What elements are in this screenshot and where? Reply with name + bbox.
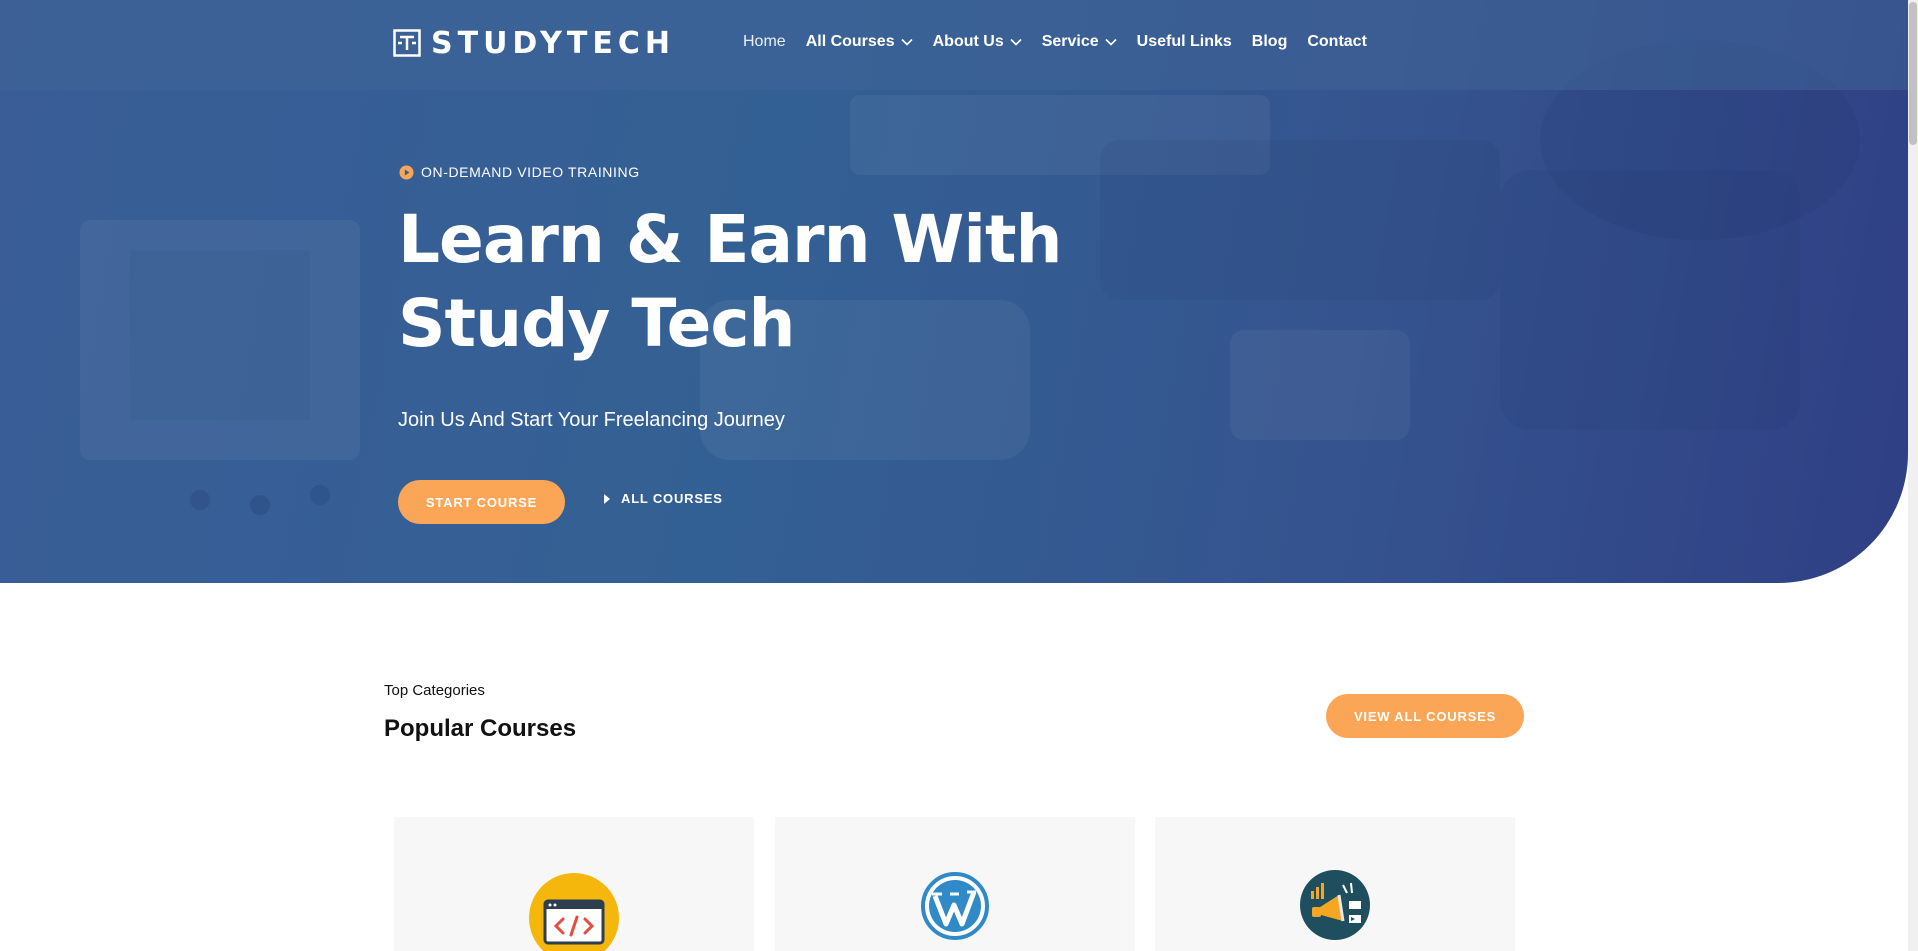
headline-line-1: Learn & Earn With: [398, 201, 1062, 278]
section-eyebrow: Top Categories: [384, 682, 485, 699]
section-title: Popular Courses: [384, 715, 577, 742]
course-card-web-development[interactable]: [394, 817, 754, 951]
page-scrollbar[interactable]: [1908, 0, 1918, 951]
view-all-courses-button[interactable]: VIEW ALL COURSES: [1326, 694, 1524, 738]
nav-contact[interactable]: Contact: [1307, 33, 1367, 51]
wordpress-icon: [921, 872, 989, 940]
digital-marketing-megaphone-icon: [1300, 870, 1370, 940]
all-courses-link[interactable]: ALL COURSES: [604, 491, 723, 506]
nav-label: About Us: [932, 33, 1004, 50]
nav-label: Blog: [1251, 33, 1288, 50]
site-header: STUDYTECH Home All Courses About Us Serv…: [0, 0, 1908, 90]
nav-label: Service: [1041, 33, 1099, 50]
nav-all-courses[interactable]: All Courses: [806, 33, 913, 51]
studytech-logo-icon: [393, 29, 421, 57]
nav-label: All Courses: [805, 33, 895, 50]
code-window-icon: [529, 873, 619, 951]
logo-text: STUDYTECH: [431, 25, 675, 61]
hero-section: STUDYTECH Home All Courses About Us Serv…: [0, 0, 1908, 583]
hero-subtitle: Join Us And Start Your Freelancing Journ…: [398, 409, 785, 431]
course-card-wordpress[interactable]: [775, 817, 1135, 951]
play-triangle-icon: [604, 493, 610, 504]
scrollbar-thumb[interactable]: [1909, 2, 1917, 145]
main-nav: Home All Courses About Us Service Useful…: [743, 33, 1387, 51]
start-course-button[interactable]: START COURSE: [398, 480, 565, 524]
hero-eyebrow: ON-DEMAND VIDEO TRAINING: [399, 164, 640, 180]
play-circle-icon: [399, 165, 414, 179]
hero-headline: Learn & Earn With Study Tech: [398, 198, 1098, 366]
nav-about-us[interactable]: About Us: [933, 33, 1022, 51]
eyebrow-text: ON-DEMAND VIDEO TRAINING: [421, 164, 640, 180]
headline-line-2: Study Tech: [398, 285, 795, 362]
course-card-digital-marketing[interactable]: [1155, 817, 1515, 951]
nav-label: Useful Links: [1136, 33, 1232, 50]
all-courses-label: ALL COURSES: [621, 491, 723, 506]
site-logo[interactable]: STUDYTECH: [393, 25, 675, 61]
chevron-down-icon: [1105, 38, 1117, 46]
nav-home[interactable]: Home: [743, 33, 786, 51]
nav-useful-links[interactable]: Useful Links: [1137, 33, 1232, 51]
nav-label: Home: [743, 33, 786, 50]
nav-label: Contact: [1307, 33, 1367, 50]
nav-service[interactable]: Service: [1042, 33, 1117, 51]
chevron-down-icon: [901, 38, 913, 46]
nav-blog[interactable]: Blog: [1252, 33, 1288, 51]
chevron-down-icon: [1010, 38, 1022, 46]
